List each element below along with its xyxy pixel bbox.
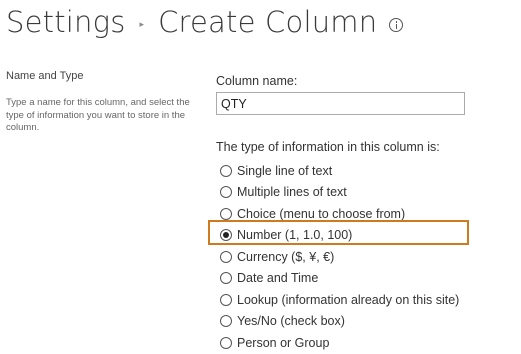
- radio-button[interactable]: [220, 250, 232, 263]
- column-name-input[interactable]: [216, 92, 465, 115]
- radio-option-lookup[interactable]: Lookup (information already on this site…: [220, 289, 459, 311]
- radio-button[interactable]: [220, 315, 232, 328]
- radio-option-label: Yes/No (check box): [237, 314, 345, 329]
- breadcrumb-settings-link[interactable]: Settings: [6, 5, 126, 39]
- radio-option-yes-no[interactable]: Yes/No (check box): [220, 311, 459, 333]
- radio-option-label: Lookup (information already on this site…: [237, 292, 460, 307]
- radio-option-multiple-lines-of-text[interactable]: Multiple lines of text: [220, 182, 459, 204]
- radio-button[interactable]: [220, 272, 232, 285]
- type-group-label: The type of information in this column i…: [216, 140, 440, 154]
- radio-button[interactable]: [220, 164, 232, 177]
- breadcrumb-separator-icon: ▸: [139, 18, 145, 29]
- radio-button[interactable]: [220, 207, 232, 220]
- radio-option-label: Person or Group: [237, 335, 330, 350]
- radio-option-label: Choice (menu to choose from): [237, 206, 406, 221]
- radio-option-label: Date and Time: [237, 271, 319, 286]
- radio-option-currency[interactable]: Currency ($, ¥, €): [220, 246, 459, 268]
- section-description: Type a name for this column, and select …: [6, 97, 190, 134]
- radio-button[interactable]: [220, 336, 232, 349]
- radio-button-selected[interactable]: [220, 229, 232, 242]
- radio-option-label: Number (1, 1.0, 100): [237, 228, 353, 243]
- radio-button[interactable]: [220, 186, 232, 199]
- radio-option-number[interactable]: Number (1, 1.0, 100): [220, 225, 459, 247]
- radio-option-date-and-time[interactable]: Date and Time: [220, 268, 459, 290]
- radio-option-person-or-group[interactable]: Person or Group: [220, 332, 459, 354]
- radio-button[interactable]: [220, 293, 232, 306]
- column-type-radio-group: Single line of text Multiple lines of te…: [220, 160, 459, 354]
- section-title: Name and Type: [6, 70, 84, 82]
- radio-option-label: Multiple lines of text: [237, 185, 347, 200]
- radio-option-label: Currency ($, ¥, €): [237, 249, 335, 264]
- radio-option-single-line-of-text[interactable]: Single line of text: [220, 160, 459, 182]
- radio-option-label: Single line of text: [237, 163, 333, 178]
- info-icon[interactable]: [389, 18, 404, 32]
- page-title: Create Column: [158, 5, 378, 39]
- page-header: Settings ▸ Create Column: [6, 0, 404, 44]
- column-name-label: Column name:: [216, 74, 298, 88]
- radio-option-choice[interactable]: Choice (menu to choose from): [220, 203, 459, 225]
